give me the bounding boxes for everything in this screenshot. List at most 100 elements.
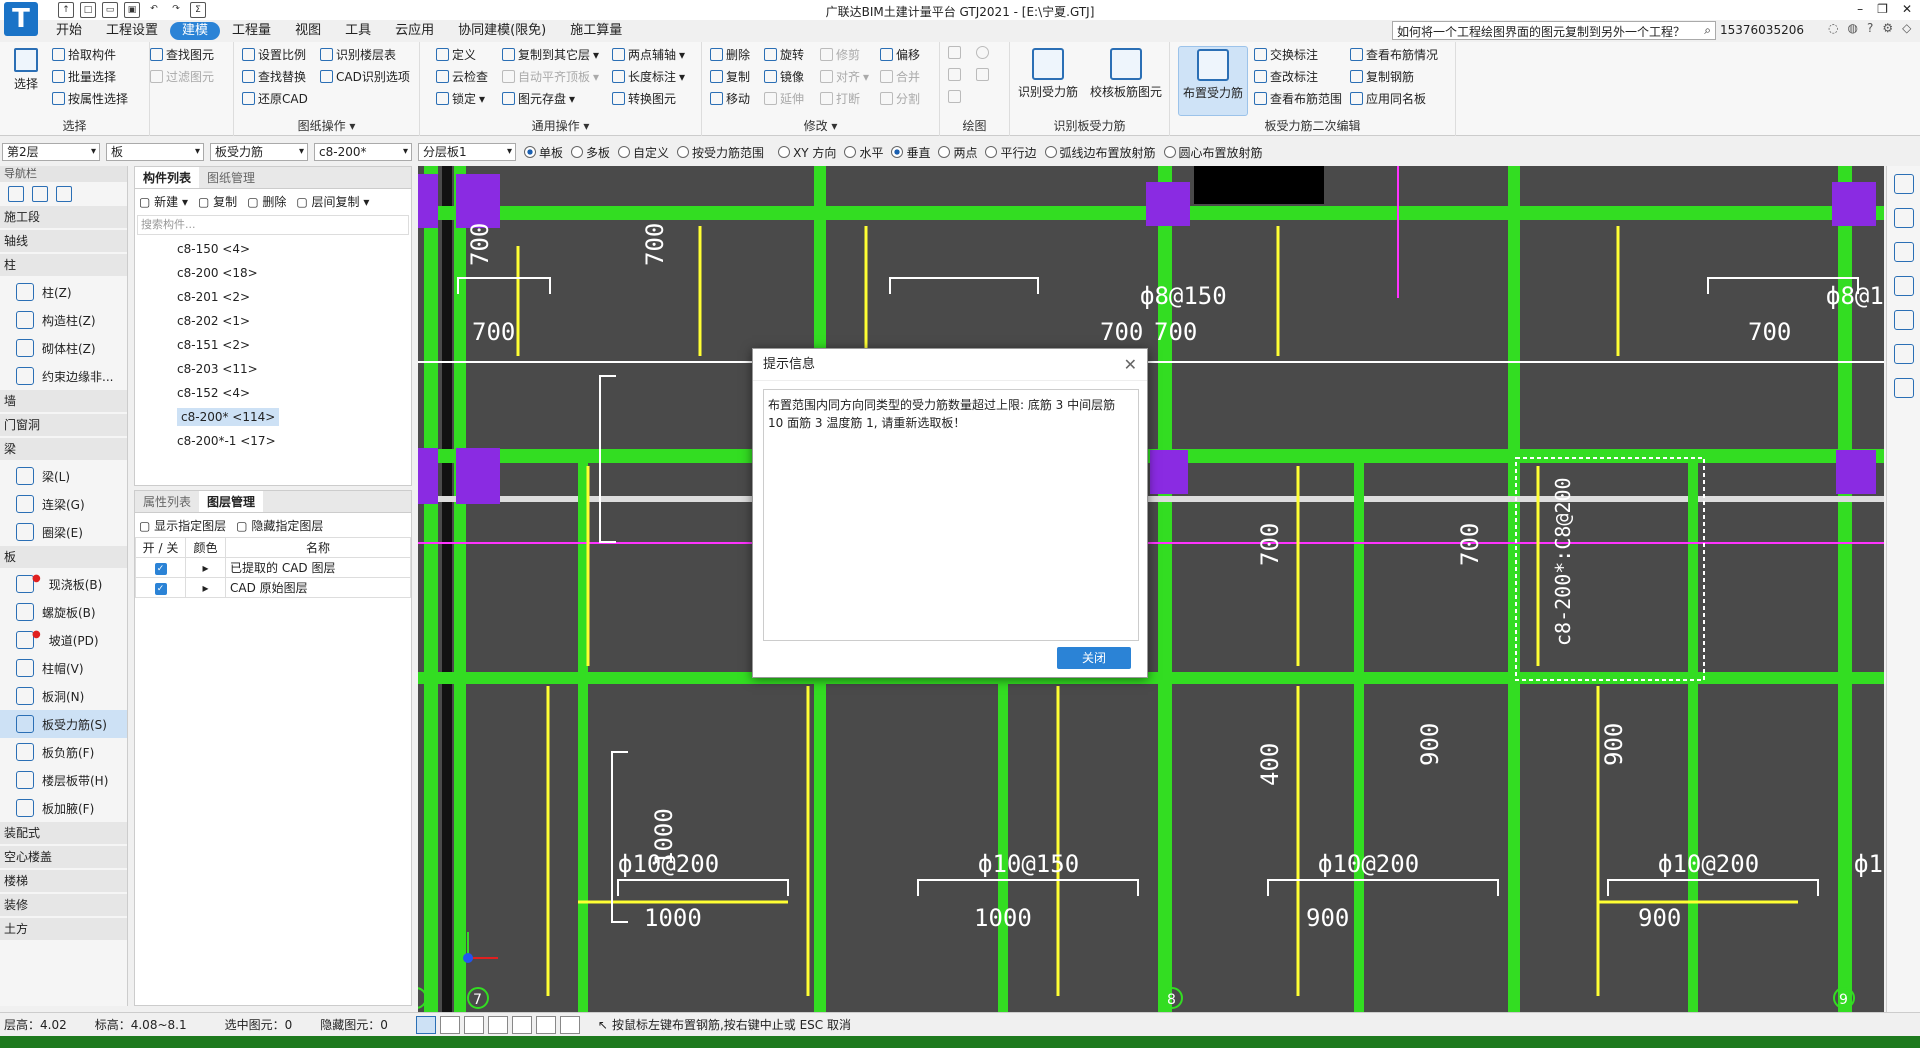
filter-element-button[interactable]: 过滤图元: [150, 68, 214, 85]
define-button[interactable]: 定义: [436, 46, 476, 63]
tab-component-list[interactable]: 构件列表: [135, 167, 200, 188]
layer-color[interactable]: ▸: [185, 577, 226, 598]
nav-item-ring-beam[interactable]: 圈梁(E): [0, 518, 127, 546]
radio-xy[interactable]: XY 方向: [778, 144, 836, 161]
floor-select[interactable]: 第2层: [2, 143, 100, 161]
skin-icon[interactable]: ◇: [1902, 21, 1911, 35]
auto-align-button[interactable]: 自动平齐顶板 ▾: [502, 68, 599, 85]
layer-view-icon[interactable]: [1893, 276, 1914, 296]
menu-project-settings[interactable]: 工程设置: [94, 22, 170, 40]
drawing-canvas[interactable]: 700 700 700 700 700 700 700 700 900 900 …: [418, 166, 1884, 1012]
tab-layer-management[interactable]: 图层管理: [199, 491, 264, 512]
copy-to-layer-button[interactable]: 复制到其它层 ▾: [502, 46, 599, 63]
layer-toggle[interactable]: ✓: [135, 577, 186, 598]
menu-collab[interactable]: 协同建模(限免): [446, 22, 558, 40]
cube-view-icon[interactable]: [1893, 242, 1914, 262]
component-search-input[interactable]: 搜索构件...: [137, 215, 409, 235]
nav-item-column-cap[interactable]: 柱帽(V): [0, 654, 127, 682]
nav-item-cast-slab[interactable]: ● 现浇板(B): [0, 570, 127, 598]
restore-cad-button[interactable]: 还原CAD: [242, 90, 308, 107]
radio-center-radial[interactable]: 圆心布置放射筋: [1163, 144, 1263, 161]
place-rebar-button[interactable]: 布置受力筋: [1178, 46, 1248, 116]
table-row[interactable]: ✓ ▸ 已提取的 CAD 图层: [135, 557, 411, 578]
rotate-button[interactable]: 旋转: [764, 46, 804, 63]
cross-snap-icon[interactable]: [463, 1015, 484, 1034]
app-logo[interactable]: T: [4, 2, 38, 36]
search-icon[interactable]: ⌕: [1704, 23, 1711, 38]
nav-cat-axis[interactable]: 轴线: [0, 230, 127, 252]
menu-start[interactable]: 开始: [44, 22, 94, 40]
chat-icon[interactable]: ◌: [1828, 21, 1838, 35]
draw-circle-button[interactable]: [976, 46, 989, 59]
convert-element-button[interactable]: 转换图元: [612, 90, 676, 107]
list-item[interactable]: c8-200 <18>: [135, 261, 411, 285]
identify-rebar-button[interactable]: 识别受力筋: [1014, 46, 1082, 100]
radio-by-range[interactable]: 按受力筋范围: [677, 144, 764, 161]
draw-line-button[interactable]: [948, 68, 961, 81]
find-element-button[interactable]: 查找图元: [150, 46, 214, 63]
nav-item-slab-strip[interactable]: 楼层板带(H): [0, 766, 127, 794]
tab-drawing-management[interactable]: 图纸管理: [199, 167, 263, 188]
list-view-icon[interactable]: [32, 186, 48, 202]
copy-button[interactable]: 复制: [710, 68, 750, 85]
check-slab-rebar-button[interactable]: 校核板筋图元: [1088, 46, 1164, 100]
list-item[interactable]: c8-202 <1>: [135, 309, 411, 333]
new-component-button[interactable]: ▢ 新建 ▾: [139, 193, 188, 210]
restore-button[interactable]: ❐: [1877, 2, 1888, 16]
nav-cat-stairs[interactable]: 楼梯: [0, 870, 127, 892]
extend-button[interactable]: 延伸: [764, 90, 804, 107]
delete-button[interactable]: 删除: [710, 46, 750, 63]
nav-item-slab-haunch[interactable]: 板加腋(F): [0, 794, 127, 822]
radio-vertical[interactable]: 垂直: [891, 144, 930, 161]
nav-item-slab-hole[interactable]: 板洞(N): [0, 682, 127, 710]
nav-item-masonry-column[interactable]: 砌体柱(Z): [0, 334, 127, 362]
menu-tools[interactable]: 工具: [333, 22, 383, 40]
draw-point-button[interactable]: [948, 46, 961, 59]
find-replace-button[interactable]: 查找替换: [242, 68, 306, 85]
radio-horizontal[interactable]: 水平: [844, 144, 883, 161]
nav-cat-decoration[interactable]: 装修: [0, 894, 127, 916]
copy-component-button[interactable]: ▢ 复制: [198, 193, 237, 210]
tab-property-list[interactable]: 属性列表: [135, 491, 199, 512]
nav-cat-beam[interactable]: 梁: [0, 438, 127, 460]
dynamic-observe-icon[interactable]: [1893, 208, 1914, 228]
rotate-view-icon[interactable]: [1893, 344, 1914, 364]
select-by-property-button[interactable]: 按属性选择: [52, 90, 128, 107]
list-item[interactable]: c8-203 <11>: [135, 357, 411, 381]
align-button[interactable]: 对齐 ▾: [820, 68, 869, 85]
select-button[interactable]: 选择: [8, 46, 44, 92]
nav-cat-slab[interactable]: 板: [0, 546, 127, 568]
offset-button[interactable]: 偏移: [880, 46, 920, 63]
hide-layer-button[interactable]: ▢ 隐藏指定图层: [236, 517, 323, 534]
nav-cat-openings[interactable]: 门窗洞: [0, 414, 127, 436]
menu-modeling[interactable]: 建模: [170, 22, 221, 40]
list-item-selected[interactable]: c8-200* <114>: [135, 405, 411, 429]
notes-icon[interactable]: [1893, 378, 1914, 398]
radio-two-points[interactable]: 两点: [938, 144, 977, 161]
type-select[interactable]: 板: [106, 143, 204, 161]
settings-icon[interactable]: ⚙: [1882, 21, 1893, 35]
list-item[interactable]: c8-150 <4>: [135, 237, 411, 261]
help-icon[interactable]: ?: [1867, 21, 1873, 35]
menu-view[interactable]: 视图: [283, 22, 333, 40]
length-dimension-button[interactable]: 长度标注 ▾: [612, 68, 685, 85]
trim-button[interactable]: 修剪: [820, 46, 860, 63]
layer-toggle-icon[interactable]: [559, 1015, 580, 1034]
swap-label-button[interactable]: 交换标注: [1254, 46, 1318, 63]
view-3d-icon[interactable]: [1893, 174, 1914, 194]
set-scale-button[interactable]: 设置比例: [242, 46, 306, 63]
detail-view-icon[interactable]: [56, 186, 72, 202]
layer-select[interactable]: 分层板1: [418, 143, 516, 161]
table-row[interactable]: ✓ ▸ CAD 原始图层: [135, 577, 411, 598]
list-item[interactable]: c8-200*-1 <17>: [135, 429, 411, 453]
list-item[interactable]: c8-152 <4>: [135, 381, 411, 405]
draw-arc-button[interactable]: [948, 90, 961, 103]
list-item[interactable]: c8-151 <2>: [135, 333, 411, 357]
lock-button[interactable]: 锁定 ▾: [436, 90, 485, 107]
menu-construction[interactable]: 施工算量: [558, 22, 634, 40]
radio-multi-slab[interactable]: 多板: [571, 144, 610, 161]
nav-cat-hollow-floor[interactable]: 空心楼盖: [0, 846, 127, 868]
show-layer-button[interactable]: ▢ 显示指定图层: [139, 517, 226, 534]
pick-component-button[interactable]: 拾取构件: [52, 46, 116, 63]
ortho-toggle-icon[interactable]: [415, 1015, 436, 1034]
